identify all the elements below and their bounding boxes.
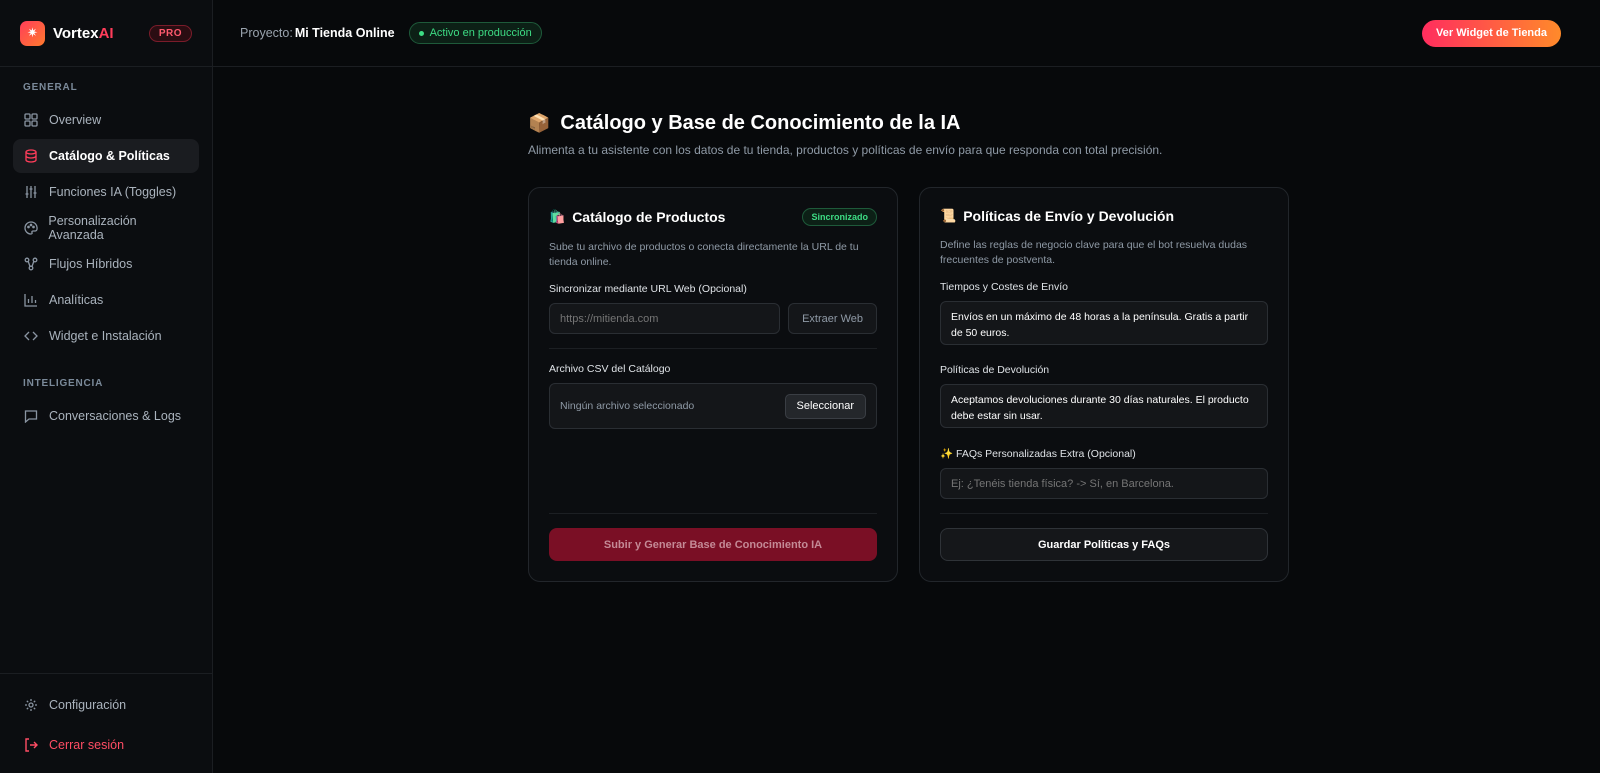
shipping-label: Tiempos y Costes de Envío xyxy=(940,281,1068,294)
workflow-icon xyxy=(23,256,39,272)
sidebar-item-label: Catálogo & Políticas xyxy=(49,149,170,163)
csv-file-picker[interactable]: Ningún archivo seleccionado Seleccionar xyxy=(549,383,877,430)
sidebar-item-label: Widget e Instalación xyxy=(49,329,162,343)
status-badge: Activo en producción xyxy=(408,22,542,44)
sidebar-item-settings[interactable]: Configuración xyxy=(13,688,199,722)
sidebar-item-catalog[interactable]: Catálogo & Políticas xyxy=(13,139,199,173)
faq-input[interactable] xyxy=(940,468,1268,500)
page-subtitle: Alimenta a tu asistente con los datos de… xyxy=(528,143,1163,157)
url-sync-label: Sincronizar mediante URL Web (Opcional) xyxy=(549,283,747,296)
sidebar-item-hybrid-flows[interactable]: Flujos Híbridos xyxy=(13,247,199,281)
divider xyxy=(549,513,877,514)
upload-generate-button[interactable]: Subir y Generar Base de Conocimiento IA xyxy=(549,528,877,561)
project-name: Mi Tienda Online xyxy=(294,26,395,40)
section-label-intel: INTELIGENCIA xyxy=(23,378,104,389)
sidebar-item-conversations[interactable]: Conversaciones & Logs xyxy=(13,399,199,433)
sidebar-item-label: Flujos Híbridos xyxy=(49,257,133,271)
csv-file-label: Archivo CSV del Catálogo xyxy=(549,363,671,376)
database-icon xyxy=(23,148,39,164)
page-title-text: Catálogo y Base de Conocimiento de la IA xyxy=(560,112,961,134)
catalog-description: Sube tu archivo de productos o conecta d… xyxy=(549,241,859,268)
faq-label-text: FAQs Personalizadas Extra (Opcional) xyxy=(956,448,1136,461)
store-url-input[interactable] xyxy=(549,303,781,335)
pro-badge: PRO xyxy=(148,24,192,42)
shopping-bags-icon: 🛍️ xyxy=(549,209,566,224)
select-file-button[interactable]: Seleccionar xyxy=(784,393,866,419)
sparkle-icon: ✨ xyxy=(940,448,954,461)
shipping-textarea[interactable]: Envíos en un máximo de 48 horas a la pen… xyxy=(940,301,1268,346)
scroll-icon: 📜 xyxy=(940,208,957,223)
divider xyxy=(940,513,1268,514)
policies-title-text: Políticas de Envío y Devolución xyxy=(963,208,1175,224)
sidebar-item-analytics[interactable]: Analíticas xyxy=(13,283,199,317)
sidebar-item-label: Funciones IA (Toggles) xyxy=(49,185,177,199)
sidebar-footer: Configuración Cerrar sesión xyxy=(0,673,212,773)
policies-card-title: 📜 Políticas de Envío y Devolución xyxy=(940,208,1268,224)
save-policies-button[interactable]: Guardar Políticas y FAQs xyxy=(940,528,1268,561)
divider xyxy=(549,348,877,350)
status-dot-icon xyxy=(418,30,424,36)
section-label-general: GENERAL xyxy=(23,82,78,93)
status-text: Activo en producción xyxy=(429,27,532,39)
project-label: Proyecto: xyxy=(240,26,293,40)
sync-status-badge: Sincronizado xyxy=(802,208,877,226)
gear-icon xyxy=(23,697,39,713)
extract-web-button[interactable]: Extraer Web xyxy=(788,303,877,335)
logout-label: Cerrar sesión xyxy=(49,738,125,752)
faq-label: ✨ FAQs Personalizadas Extra (Opcional) xyxy=(940,447,1268,460)
policies-card: 📜 Políticas de Envío y Devolución Define… xyxy=(919,187,1289,582)
page-title: 📦 Catálogo y Base de Conocimiento de la … xyxy=(528,112,1288,135)
sidebar-item-widget[interactable]: Widget e Instalación xyxy=(13,319,199,353)
catalog-card-footer: Subir y Generar Base de Conocimiento IA xyxy=(549,499,877,561)
returns-textarea[interactable]: Aceptamos devoluciones durante 30 días n… xyxy=(940,384,1268,429)
palette-icon xyxy=(23,220,38,236)
sparkles-icon: ✷ xyxy=(20,20,45,46)
message-icon xyxy=(23,408,39,424)
policies-card-footer: Guardar Políticas y FAQs xyxy=(940,499,1268,561)
bar-chart-icon xyxy=(23,292,39,308)
brand-name: VortexAI xyxy=(53,24,114,42)
sidebar-item-customization[interactable]: Personalización Avanzada xyxy=(13,211,199,245)
package-icon: 📦 xyxy=(528,113,551,133)
sidebar-item-label: Conversaciones & Logs xyxy=(49,409,182,423)
view-widget-button[interactable]: Ver Widget de Tienda xyxy=(1422,19,1561,47)
sidebar-item-overview[interactable]: Overview xyxy=(13,103,199,137)
logout-button[interactable]: Cerrar sesión xyxy=(13,728,199,762)
returns-label: Políticas de Devolución xyxy=(940,364,1050,377)
code-icon xyxy=(23,328,39,344)
logout-icon xyxy=(23,737,39,753)
grid-icon xyxy=(23,112,39,128)
top-header: Proyecto: Mi Tienda Online Activo en pro… xyxy=(213,0,1600,67)
catalog-card: 🛍️ Catálogo de Productos Sincronizado Su… xyxy=(528,187,898,582)
sliders-icon xyxy=(23,184,39,200)
sidebar: ✷ VortexAI PRO GENERAL Overview Catálogo… xyxy=(0,0,213,773)
url-sync-row: Extraer Web xyxy=(549,303,877,335)
sidebar-item-label: Overview xyxy=(49,113,102,127)
sidebar-item-ai-functions[interactable]: Funciones IA (Toggles) xyxy=(13,175,199,209)
sidebar-item-label: Personalización Avanzada xyxy=(48,214,137,242)
file-status-text: Ningún archivo seleccionado xyxy=(560,400,695,413)
sidebar-item-label: Analíticas xyxy=(49,293,104,307)
main-content: 📦 Catálogo y Base de Conocimiento de la … xyxy=(528,112,1289,582)
policies-description: Define las reglas de negocio clave para … xyxy=(940,239,1248,266)
catalog-title-text: Catálogo de Productos xyxy=(572,209,726,225)
brand-header: ✷ VortexAI PRO xyxy=(0,0,212,67)
sidebar-item-label: Configuración xyxy=(49,698,127,712)
catalog-card-title: 🛍️ Catálogo de Productos Sincronizado xyxy=(549,208,877,226)
